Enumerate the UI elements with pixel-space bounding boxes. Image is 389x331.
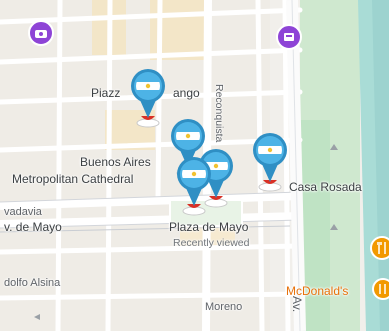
moreno-street-label: Moreno [205, 301, 243, 313]
argentina-flag-pin-icon [177, 157, 211, 216]
metropolitan-cathedral-label: Metropolitan Cathedral [12, 172, 134, 186]
map-view[interactable]: Piazz ango Reconquista Buenos Aires Metr… [0, 0, 389, 331]
plaza-de-mayo-label: Plaza de Mayo [169, 220, 249, 234]
plaza-lavalle-label-end: ango [173, 86, 200, 100]
restaurant-poi[interactable] [370, 236, 389, 260]
buenos-aires-label: Buenos Aires [80, 155, 151, 169]
casa-rosada-label: Casa Rosada [289, 180, 362, 194]
reconquista-street-label: Reconquista [213, 84, 225, 143]
top-right-poi[interactable] [276, 24, 302, 50]
argentina-flag-pin-icon [253, 133, 287, 192]
casa-rosada-pin[interactable] [174, 154, 214, 216]
mcdonalds-poi[interactable] [372, 278, 389, 300]
building-icon [284, 33, 294, 41]
avenue-partial-label: Av. [290, 296, 304, 313]
top-left-poi[interactable] [28, 20, 54, 46]
plaza-lavalle-label: Piazz [91, 86, 121, 100]
hipolito-alsina-street-label: dolfo Alsina [4, 277, 61, 289]
argentina-flag-pin-icon [131, 69, 165, 128]
av-de-mayo-street-label: v. de Mayo [4, 220, 62, 234]
fork-knife-icon [377, 242, 386, 254]
camera-icon [35, 30, 47, 38]
fork-knife-icon [379, 284, 386, 294]
plaza-de-mayo-pin[interactable] [250, 130, 290, 192]
recently-viewed-label: Recently viewed [173, 237, 250, 249]
rivadavia-street-label: vadavia [4, 206, 42, 218]
plaza-lavalle-pin[interactable] [128, 66, 168, 128]
